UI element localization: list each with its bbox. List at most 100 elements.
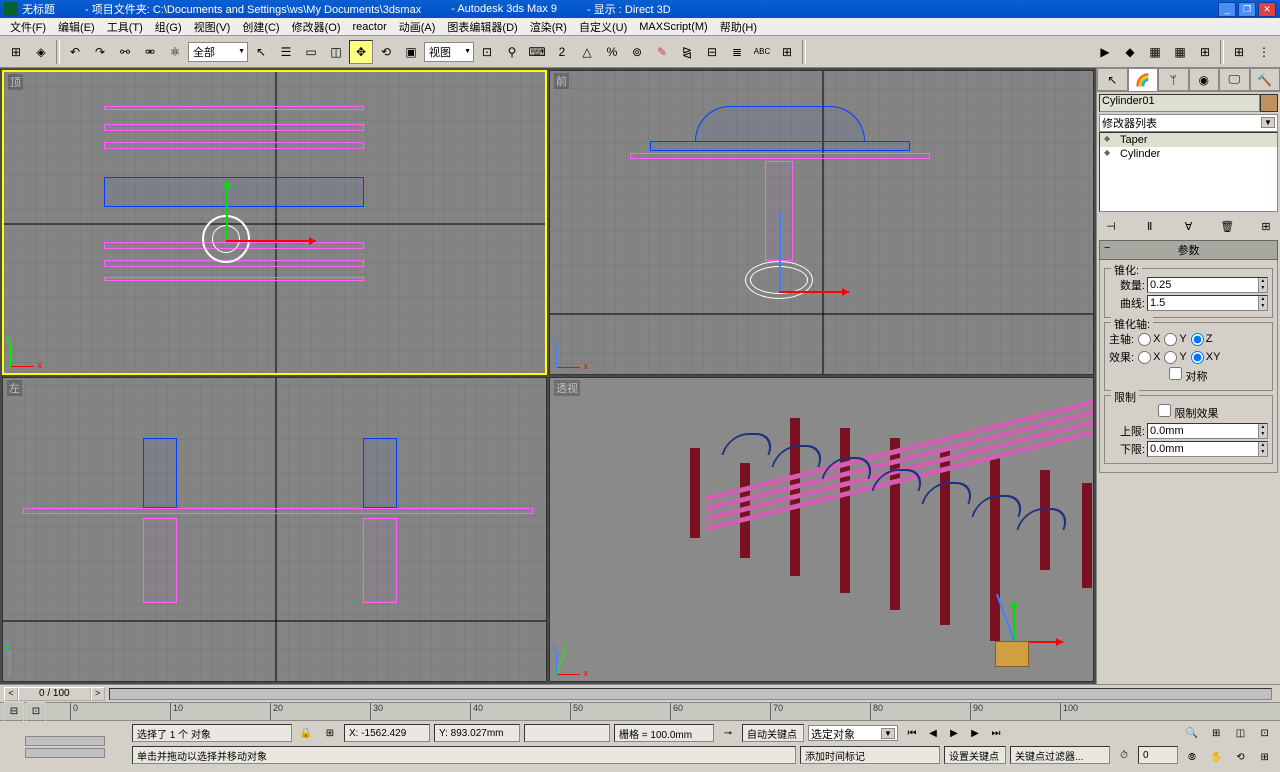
percent-snap-icon[interactable]: % (600, 40, 624, 64)
align-icon[interactable]: ⊟ (700, 40, 724, 64)
menu-customize[interactable]: 自定义(U) (573, 19, 633, 35)
menu-animation[interactable]: 动画(A) (393, 19, 442, 35)
time-prev-button[interactable]: < (4, 687, 18, 701)
field-of-view-icon[interactable]: ⦾ (1182, 747, 1202, 767)
select-manipulate-icon[interactable]: ⚲ (500, 40, 524, 64)
coord-z-field[interactable] (524, 724, 610, 742)
snap-2d-icon[interactable]: 2 (550, 40, 574, 64)
amount-spinner[interactable]: ▲▼ (1147, 277, 1268, 293)
minimize-button[interactable]: _ (1218, 2, 1236, 17)
display-tab-icon[interactable]: 🖵 (1219, 68, 1250, 91)
play-icon[interactable]: ▶ (944, 723, 964, 743)
spinner-snap-icon[interactable]: ⊚ (625, 40, 649, 64)
grid-icon[interactable]: ⊞ (1227, 40, 1251, 64)
selection-filter-dropdown[interactable]: 全部 (188, 42, 248, 62)
viewport-front[interactable]: 前 (549, 70, 1094, 375)
menu-tools[interactable]: 工具(T) (101, 19, 149, 35)
render-last-icon[interactable]: ▦ (1168, 40, 1192, 64)
menu-edit[interactable]: 编辑(E) (52, 19, 101, 35)
material-editor-icon[interactable]: ▶ (1093, 40, 1117, 64)
key-mode-icon[interactable]: ⊸ (718, 723, 738, 743)
link-icon[interactable]: ⚯ (113, 40, 137, 64)
zoom-extents-icon[interactable]: ◫ (1231, 723, 1251, 743)
remove-modifier-icon[interactable]: 🗑 (1215, 216, 1239, 236)
time-slider[interactable]: < 0 / 100 > (0, 684, 1280, 702)
primary-y-radio[interactable]: Y (1164, 333, 1186, 346)
limit-effect-checkbox[interactable]: 限制效果 (1158, 404, 1218, 421)
select-icon[interactable]: ↖ (249, 40, 273, 64)
redo-icon[interactable]: ↷ (88, 40, 112, 64)
scale-icon[interactable]: ▣ (399, 40, 423, 64)
unlink-icon[interactable]: ⚮ (138, 40, 162, 64)
viewport-perspective[interactable]: 透视 (549, 377, 1094, 682)
modifier-item-cylinder[interactable]: Cylinder (1100, 147, 1277, 161)
zoom-icon[interactable]: 🔍 (1182, 723, 1202, 743)
configure-sets-icon[interactable]: ⊞ (1254, 216, 1278, 236)
coord-system-dropdown[interactable]: 视图 (424, 42, 474, 62)
mini-listener-top[interactable] (25, 736, 105, 746)
quick-render-icon[interactable]: ▦ (1143, 40, 1167, 64)
modifier-list-dropdown[interactable]: 修改器列表 (1099, 114, 1278, 132)
object-color-swatch[interactable] (1260, 94, 1278, 112)
keyboard-shortcut-icon[interactable]: ⌨ (525, 40, 549, 64)
absolute-mode-icon[interactable]: ⊞ (320, 723, 340, 743)
schematic-view-icon[interactable]: ⊞ (4, 40, 28, 64)
undo-icon[interactable]: ↶ (63, 40, 87, 64)
zoom-all-icon[interactable]: ⊞ (1206, 723, 1226, 743)
time-config-icon[interactable]: ⏱ (1114, 745, 1134, 765)
menu-render[interactable]: 渲染(R) (524, 19, 573, 35)
angle-snap-icon[interactable]: △ (575, 40, 599, 64)
maximize-button[interactable]: ❐ (1238, 2, 1256, 17)
render-preset-icon[interactable]: ⊞ (1193, 40, 1217, 64)
menu-reactor[interactable]: reactor (347, 21, 393, 33)
object-name-field[interactable]: Cylinder01 (1099, 94, 1260, 112)
lower-limit-spinner[interactable]: ▲▼ (1147, 441, 1268, 457)
symmetry-checkbox[interactable]: 对称 (1169, 367, 1207, 384)
zoom-extents-all-icon[interactable]: ⊡ (1255, 723, 1275, 743)
menu-help[interactable]: 帮助(H) (714, 19, 763, 35)
named-sel-sets-icon[interactable]: ✎ (650, 40, 674, 64)
key-filters-button[interactable]: 关键点过滤器... (1010, 746, 1110, 764)
curve-spinner[interactable]: ▲▼ (1147, 295, 1268, 311)
move-icon[interactable]: ✥ (349, 40, 373, 64)
current-frame-field[interactable]: 0 (1138, 746, 1178, 764)
select-by-name-icon[interactable]: ☰ (274, 40, 298, 64)
show-end-result-icon[interactable]: Ⅱ (1138, 216, 1162, 236)
params-rollout-header[interactable]: 参数 (1099, 240, 1278, 260)
menu-modifiers[interactable]: 修改器(O) (286, 19, 347, 35)
modify-tab-icon[interactable]: 🌈 (1128, 68, 1159, 91)
hierarchy-tab-icon[interactable]: ᛘ (1158, 68, 1189, 91)
menu-views[interactable]: 视图(V) (188, 19, 237, 35)
utilities-tab-icon[interactable]: 🔨 (1250, 68, 1280, 91)
trackbar-config-icon[interactable]: ⊟ (4, 702, 24, 722)
bind-spacewarp-icon[interactable]: ⚛ (163, 40, 187, 64)
arc-rotate-icon[interactable]: ⟲ (1231, 747, 1251, 767)
primary-z-radio[interactable]: Z (1191, 333, 1213, 346)
time-next-button[interactable]: > (91, 687, 105, 701)
render-scene-icon[interactable]: ◆ (1118, 40, 1142, 64)
coord-y-field[interactable]: Y: 893.027mm (434, 724, 520, 742)
add-time-tag[interactable]: 添加时间标记 (800, 746, 940, 764)
pin-stack-icon[interactable]: ⊣ (1099, 216, 1123, 236)
menu-group[interactable]: 组(G) (149, 19, 188, 35)
goto-end-icon[interactable]: ⏭ (986, 723, 1006, 743)
menu-maxscript[interactable]: MAXScript(M) (633, 21, 713, 33)
make-unique-icon[interactable]: ∀ (1177, 216, 1201, 236)
select-region-icon[interactable]: ▭ (299, 40, 323, 64)
mini-listener-bottom[interactable] (25, 748, 105, 758)
effect-xy-radio[interactable]: XY (1191, 351, 1221, 364)
pivot-center-icon[interactable]: ⊡ (475, 40, 499, 64)
modifier-stack[interactable]: Taper Cylinder (1099, 132, 1278, 212)
menu-create[interactable]: 创建(C) (236, 19, 285, 35)
mirror-icon[interactable]: ⧎ (675, 40, 699, 64)
key-selection-dropdown[interactable]: 选定对象 (808, 725, 898, 741)
coord-x-field[interactable]: X: -1562.429 (344, 724, 430, 742)
goto-start-icon[interactable]: ⏮ (902, 723, 922, 743)
create-tab-icon[interactable]: ↖ (1097, 68, 1128, 91)
maximize-viewport-icon[interactable]: ⊞ (1255, 747, 1275, 767)
effect-x-radio[interactable]: X (1138, 351, 1160, 364)
time-slider-handle[interactable]: 0 / 100 (18, 687, 91, 701)
layers-icon[interactable]: ◈ (29, 40, 53, 64)
viewport-left[interactable]: 左 (2, 377, 547, 682)
effect-y-radio[interactable]: Y (1164, 351, 1186, 364)
